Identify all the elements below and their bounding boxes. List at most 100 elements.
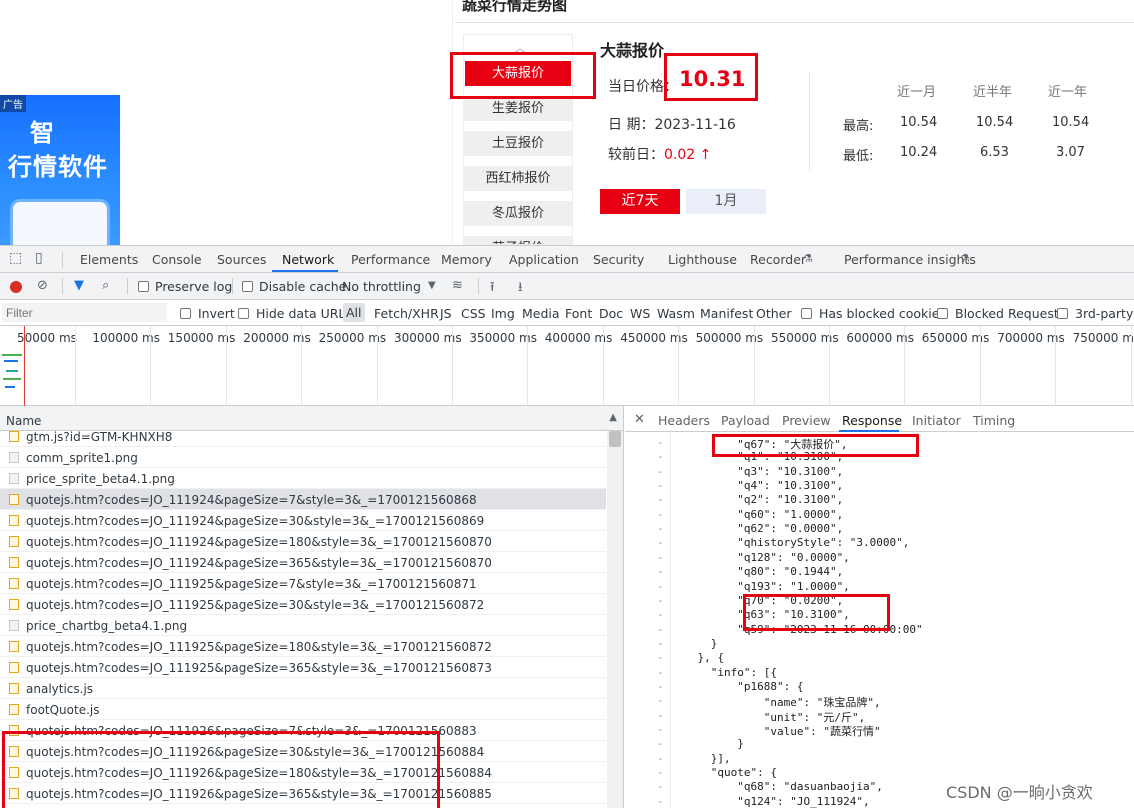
type-filter-wasm[interactable]: Wasm xyxy=(657,306,695,321)
veg-item-garlic[interactable]: 大蒜报价 xyxy=(465,61,571,86)
inspect-icon[interactable]: ⬚ xyxy=(9,250,22,266)
scrollbar[interactable] xyxy=(607,431,623,808)
request-name: quotejs.htm?codes=JO_111924&pageSize=30&… xyxy=(26,514,485,528)
request-name: comm_sprite1.png xyxy=(26,451,138,465)
type-filter-img[interactable]: Img xyxy=(491,306,515,321)
type-filter-js[interactable]: JS xyxy=(440,306,452,321)
disable-cache-checkbox[interactable] xyxy=(242,281,253,292)
table-row[interactable]: footQuote.js xyxy=(0,699,606,720)
tab-performance[interactable]: Performance xyxy=(351,252,430,267)
detail-tab-timing[interactable]: Timing xyxy=(973,413,1015,428)
detail-tab-payload[interactable]: Payload xyxy=(721,413,770,428)
price-value: 10.31 xyxy=(679,67,746,91)
timeline-gridline xyxy=(225,326,227,406)
range-tab-1m[interactable]: 1月 xyxy=(686,189,766,214)
scroll-up-icon[interactable]: ︿ xyxy=(514,39,526,56)
close-icon[interactable]: ✕ xyxy=(634,412,645,427)
code-line: "q193": "1.0000", xyxy=(671,579,850,593)
tab-elements[interactable]: Elements xyxy=(80,252,138,267)
table-row[interactable]: quotejs.htm?codes=JO_111925&pageSize=365… xyxy=(0,657,606,678)
network-overview-timeline[interactable]: 50000 ms 100000 ms 150000 ms 200000 ms 25000… xyxy=(0,326,1134,406)
import-har-icon[interactable]: ⭱ xyxy=(490,278,495,300)
record-icon[interactable] xyxy=(10,281,22,293)
gutter-marker: - xyxy=(657,493,664,507)
tab-network[interactable]: Network xyxy=(282,252,334,267)
type-filter-doc[interactable]: Doc xyxy=(599,306,623,321)
request-name: quotejs.htm?codes=JO_111926&pageSize=180… xyxy=(26,766,492,780)
veg-item-potato[interactable]: 土豆报价 xyxy=(464,131,572,156)
table-row[interactable]: quotejs.htm?codes=JO_111926&pageSize=180… xyxy=(0,762,606,783)
table-row[interactable]: price_sprite_beta4.1.png xyxy=(0,468,606,489)
blocked-requests-checkbox[interactable] xyxy=(937,308,948,319)
filter-icon[interactable]: ▼ xyxy=(74,278,84,293)
detail-tab-preview[interactable]: Preview xyxy=(782,413,831,428)
type-filter-all[interactable]: All xyxy=(343,303,365,322)
stats-header-year: 近一年 xyxy=(1048,85,1088,100)
type-filter-fetch[interactable]: Fetch/XHR xyxy=(374,306,439,321)
preserve-log-checkbox[interactable] xyxy=(138,281,149,292)
throttling-select[interactable]: No throttling xyxy=(342,279,421,294)
detail-tab-initiator[interactable]: Initiator xyxy=(912,413,961,428)
ad-phone-image xyxy=(10,199,110,245)
table-row[interactable]: quotejs.htm?codes=JO_111924&pageSize=365… xyxy=(0,552,606,573)
type-filter-font[interactable]: Font xyxy=(565,306,592,321)
clear-icon[interactable]: ⊘ xyxy=(37,278,48,293)
detail-tab-response[interactable]: Response xyxy=(842,413,902,428)
network-conditions-icon[interactable]: ≋ xyxy=(452,278,463,293)
table-row[interactable]: comm_sprite1.png xyxy=(0,447,606,468)
gutter-marker: - xyxy=(657,436,664,449)
timeline-gridline xyxy=(527,326,529,406)
table-row[interactable]: price_chartbg_beta4.1.png xyxy=(0,615,606,636)
table-row[interactable]: quotejs.htm?codes=JO_111925&pageSize=30&… xyxy=(0,594,606,615)
table-row[interactable]: quotejs.htm?codes=JO_111925&pageSize=180… xyxy=(0,636,606,657)
table-row[interactable]: quotejs.htm?codes=JO_111926&pageSize=7&s… xyxy=(0,720,606,741)
veg-item-ginger[interactable]: 生姜报价 xyxy=(464,96,572,121)
table-row[interactable]: quotejs.htm?codes=JO_111926&pageSize=30&… xyxy=(0,741,606,762)
ad-banner[interactable]: 广告 智 行情软件 xyxy=(0,95,120,245)
export-har-icon[interactable]: ⭳ xyxy=(518,278,523,300)
tab-security[interactable]: Security xyxy=(593,252,644,267)
table-row[interactable]: analytics.js xyxy=(0,678,606,699)
filter-input[interactable] xyxy=(2,303,167,322)
tab-memory[interactable]: Memory xyxy=(441,252,492,267)
table-row[interactable]: quotejs.htm?codes=JO_111926&pageSize=365… xyxy=(0,783,606,804)
tab-sources[interactable]: Sources xyxy=(217,252,266,267)
veg-item-tomato[interactable]: 西红柿报价 xyxy=(464,166,572,191)
device-toolbar-icon[interactable]: ▯ xyxy=(35,250,43,266)
tab-lighthouse[interactable]: Lighthouse xyxy=(668,252,737,267)
chevron-down-icon[interactable]: ▼ xyxy=(428,280,436,291)
tab-application[interactable]: Application xyxy=(509,252,579,267)
type-filter-media[interactable]: Media xyxy=(522,306,560,321)
preserve-log-label: Preserve log xyxy=(155,279,233,294)
type-filter-ws[interactable]: WS xyxy=(630,306,650,321)
sort-icon[interactable]: ▲ xyxy=(609,412,617,423)
table-row[interactable]: quotejs.htm?codes=JO_111924&pageSize=180… xyxy=(0,531,606,552)
veg-item-eggplant[interactable]: 茄子报价 xyxy=(464,236,572,244)
timeline-gridline xyxy=(829,326,830,406)
table-row[interactable]: gtm.js?id=GTM-KHNXH8 xyxy=(0,426,606,447)
blocked-cookies-checkbox[interactable] xyxy=(801,308,812,319)
type-filter-css[interactable]: CSS xyxy=(461,306,486,321)
tab-performance-insights[interactable]: Performance insights xyxy=(844,252,976,267)
type-filter-manifest[interactable]: Manifest xyxy=(700,306,753,321)
request-name: quotejs.htm?codes=JO_111925&pageSize=365… xyxy=(26,661,492,675)
code-line: "q59": "2023-11-16 00:00:00" xyxy=(671,622,923,636)
response-body[interactable]: "q67": "大蒜报价", "q1": "10.3100", "q3": "1… xyxy=(671,432,1134,808)
tab-console[interactable]: Console xyxy=(152,252,202,267)
range-tab-7d[interactable]: 近7天 xyxy=(600,189,680,214)
script-file-icon xyxy=(9,494,19,505)
table-row[interactable]: quotejs.htm?codes=JO_111925&pageSize=7&s… xyxy=(0,573,606,594)
third-party-checkbox[interactable] xyxy=(1057,308,1068,319)
tab-recorder[interactable]: Recorder xyxy=(750,252,806,267)
type-filter-other[interactable]: Other xyxy=(756,306,792,321)
table-row[interactable]: quotejs.htm?codes=JO_111924&pageSize=30&… xyxy=(0,510,606,531)
search-icon[interactable]: ⌕ xyxy=(102,278,109,293)
image-file-icon xyxy=(9,620,19,631)
hide-data-urls-checkbox[interactable] xyxy=(238,308,249,319)
timeline-gridline xyxy=(376,326,378,406)
invert-checkbox[interactable] xyxy=(180,308,191,319)
table-row[interactable]: quotejs.htm?codes=JO_111924&pageSize=7&s… xyxy=(0,489,606,510)
detail-tab-headers[interactable]: Headers xyxy=(658,413,710,428)
scrollbar-thumb[interactable] xyxy=(609,431,621,447)
veg-item-wax-gourd[interactable]: 冬瓜报价 xyxy=(464,201,572,226)
